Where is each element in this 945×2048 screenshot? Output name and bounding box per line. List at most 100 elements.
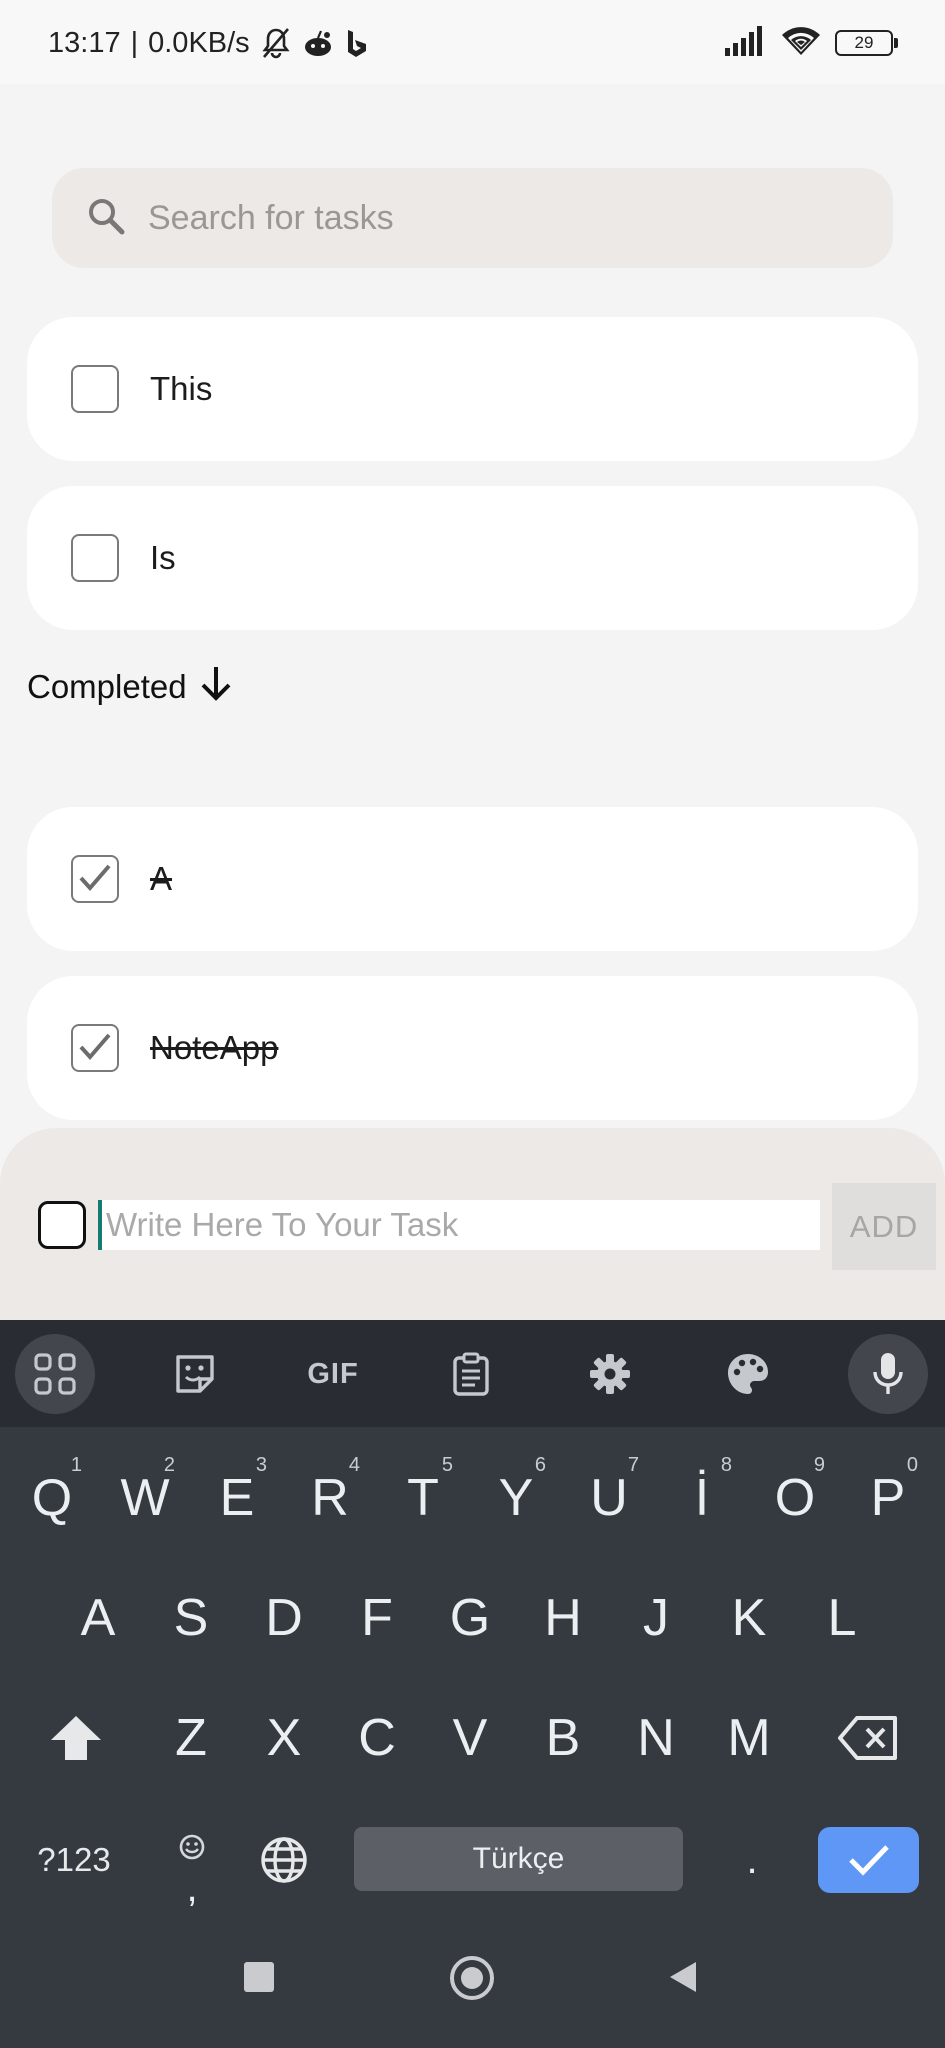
gif-label: GIF xyxy=(307,1357,359,1390)
key-j[interactable]: J xyxy=(624,1576,688,1660)
key-e[interactable]: E3 xyxy=(205,1454,269,1540)
key-k[interactable]: K xyxy=(717,1576,781,1660)
symbols-key[interactable]: ?123 xyxy=(26,1820,122,1900)
app-screen: 13:17 | 0.0KB/s 29 Search for tasks This… xyxy=(0,0,945,2048)
key-o[interactable]: O9 xyxy=(763,1454,827,1540)
wifi-icon xyxy=(781,26,821,61)
completed-toggle[interactable]: Completed xyxy=(27,662,233,712)
key-w[interactable]: W2 xyxy=(113,1454,177,1540)
key-hint: 5 xyxy=(441,1454,453,1476)
key-char: Y xyxy=(498,1469,534,1527)
search-input[interactable] xyxy=(148,198,828,238)
sticker-icon[interactable] xyxy=(155,1334,235,1414)
key-b[interactable]: B xyxy=(531,1696,595,1780)
key-hint: 9 xyxy=(813,1454,825,1476)
status-separator: | xyxy=(130,26,139,59)
key-f[interactable]: F xyxy=(345,1576,409,1660)
palette-icon[interactable] xyxy=(708,1334,788,1414)
key-hint: 7 xyxy=(627,1454,639,1476)
status-bar: 13:17 | 0.0KB/s 29 xyxy=(0,0,945,84)
key-char: Q xyxy=(31,1469,73,1527)
key-n[interactable]: N xyxy=(624,1696,688,1780)
task-label: A xyxy=(150,860,173,897)
key-hint: 2 xyxy=(163,1454,175,1476)
shift-icon[interactable] xyxy=(36,1696,116,1780)
key-char: İ xyxy=(694,1469,710,1527)
key-char: U xyxy=(590,1469,628,1527)
key-m[interactable]: M xyxy=(717,1696,781,1780)
key-t[interactable]: T5 xyxy=(391,1454,455,1540)
status-right: 29 xyxy=(725,22,898,64)
apps-icon[interactable] xyxy=(15,1334,95,1414)
task-label: NoteApp xyxy=(150,1029,279,1066)
battery-icon: 29 xyxy=(835,30,898,56)
key-hint: 1 xyxy=(70,1454,82,1476)
key-x[interactable]: X xyxy=(252,1696,316,1780)
key-d[interactable]: D xyxy=(252,1576,316,1660)
gif-button[interactable]: GIF xyxy=(293,1334,373,1414)
back-icon[interactable] xyxy=(668,1960,698,1999)
period-key[interactable]: . xyxy=(720,1820,784,1900)
key-hint: 6 xyxy=(534,1454,546,1476)
task-card[interactable]: This xyxy=(27,317,918,461)
key-l[interactable]: L xyxy=(810,1576,874,1660)
enter-key[interactable] xyxy=(818,1827,919,1893)
key-r[interactable]: R4 xyxy=(298,1454,362,1540)
key-z[interactable]: Z xyxy=(159,1696,223,1780)
key-p[interactable]: P0 xyxy=(856,1454,920,1540)
recents-icon[interactable] xyxy=(244,1962,274,1992)
search-icon xyxy=(86,196,126,241)
backspace-icon[interactable] xyxy=(826,1696,910,1780)
task-label: This xyxy=(150,370,213,407)
key-u[interactable]: U7 xyxy=(577,1454,641,1540)
key-char: W xyxy=(120,1469,170,1527)
emoji-comma-key[interactable]: , xyxy=(160,1808,224,1908)
settings-icon[interactable] xyxy=(570,1334,650,1414)
new-task-panel: ADD xyxy=(0,1128,945,1320)
key-a[interactable]: A xyxy=(66,1576,130,1660)
add-button[interactable]: ADD xyxy=(832,1183,936,1270)
key-char: R xyxy=(311,1469,349,1527)
completed-task-card[interactable]: NoteApp xyxy=(27,976,918,1120)
new-task-checkbox[interactable] xyxy=(38,1201,86,1249)
task-label: Is xyxy=(150,539,176,576)
key-hint: 3 xyxy=(255,1454,267,1476)
signal-icon xyxy=(725,25,767,61)
key-i-dotted[interactable]: İ8 xyxy=(670,1454,734,1540)
key-c[interactable]: C xyxy=(345,1696,409,1780)
completed-task-card[interactable]: A xyxy=(27,807,918,951)
clipboard-icon[interactable] xyxy=(431,1334,511,1414)
key-hint: 0 xyxy=(906,1454,918,1476)
task-checkbox-checked[interactable] xyxy=(71,1024,119,1072)
key-v[interactable]: V xyxy=(438,1696,502,1780)
globe-icon[interactable] xyxy=(252,1820,316,1900)
new-task-input[interactable] xyxy=(98,1200,820,1250)
arrow-down-icon xyxy=(199,664,233,710)
completed-label: Completed xyxy=(27,668,187,705)
key-h[interactable]: H xyxy=(531,1576,595,1660)
task-checkbox[interactable] xyxy=(71,534,119,582)
comma-label: , xyxy=(186,1866,198,1910)
key-y[interactable]: Y6 xyxy=(484,1454,548,1540)
key-q[interactable]: Q1 xyxy=(20,1454,84,1540)
task-checkbox-checked[interactable] xyxy=(71,855,119,903)
search-bar[interactable] xyxy=(52,168,893,268)
home-icon[interactable] xyxy=(450,1956,494,2000)
emoji-icon xyxy=(178,1814,206,1874)
key-hint: 4 xyxy=(348,1454,360,1476)
key-char: T xyxy=(407,1469,439,1527)
key-s[interactable]: S xyxy=(159,1576,223,1660)
task-checkbox[interactable] xyxy=(71,365,119,413)
key-char: O xyxy=(774,1469,816,1527)
key-char: P xyxy=(870,1469,906,1527)
task-card[interactable]: Is xyxy=(27,486,918,630)
bing-icon xyxy=(344,28,368,58)
home-icon-inner xyxy=(461,1967,483,1989)
key-g[interactable]: G xyxy=(438,1576,502,1660)
status-time: 13:17 xyxy=(48,26,121,59)
reddit-icon xyxy=(302,28,334,58)
navigation-bar xyxy=(0,1920,945,2048)
microphone-icon[interactable] xyxy=(848,1334,928,1414)
key-char: E xyxy=(219,1469,255,1527)
space-bar[interactable]: Türkçe xyxy=(354,1827,683,1891)
